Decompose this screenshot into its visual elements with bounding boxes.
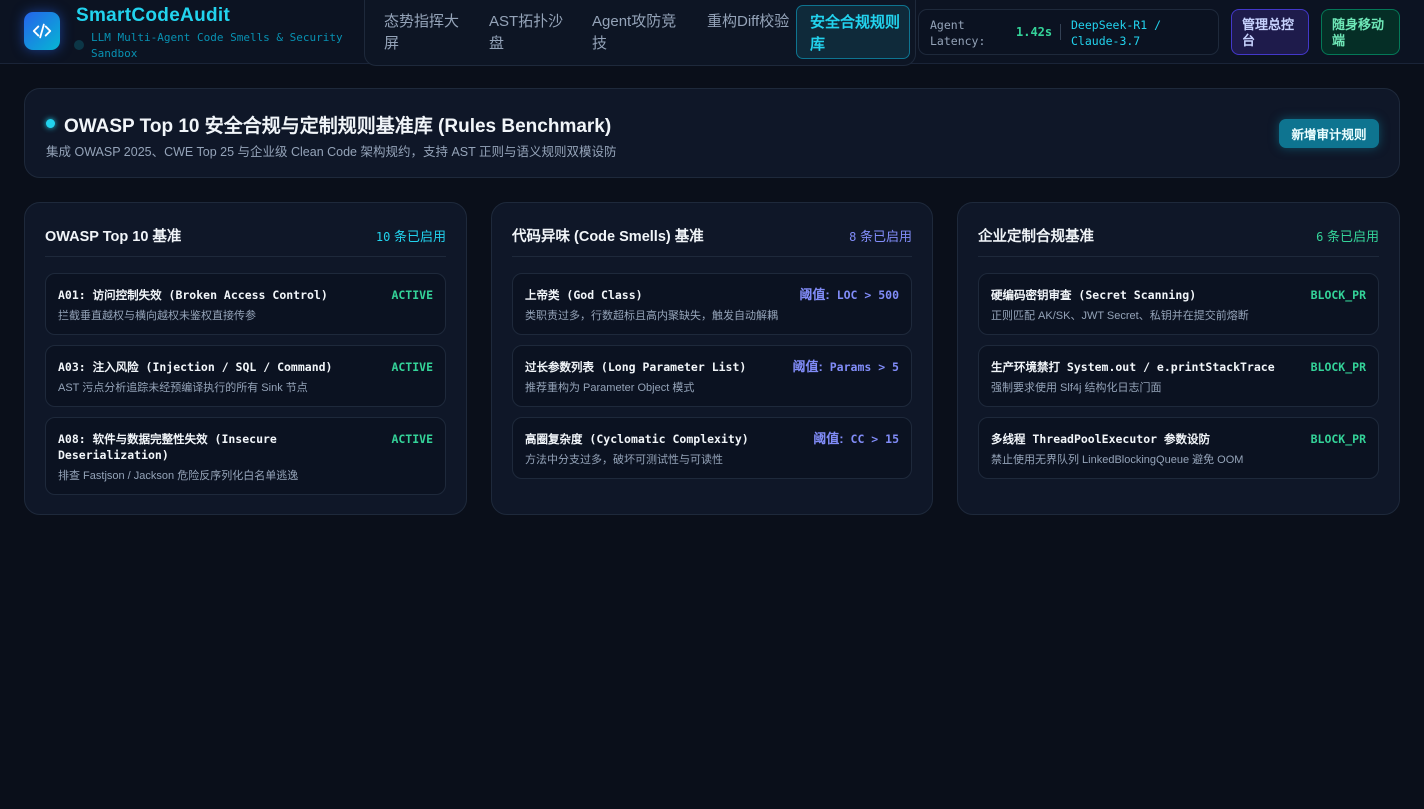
owasp-panel: OWASP Top 10 基准 10 条已启用 A01: 访问控制失效 (Bro… [24, 202, 467, 515]
rule-threshold: 阈值: Params > 5 [792, 359, 899, 375]
rule-status-badge: ACTIVE [391, 360, 433, 374]
rule-name: A03: 注入风险 (Injection / SQL / Command) [58, 360, 333, 374]
app-title: SmartCodeAudit [76, 5, 231, 26]
main-nav: 态势指挥大屏 AST拓扑沙盘 Agent攻防竞技 重构Diff校验 安全合规规则… [364, 0, 916, 66]
rule-card-a03[interactable]: A03: 注入风险 (Injection / SQL / Command) AC… [45, 345, 446, 407]
rule-description: 推荐重构为 Parameter Object 模式 [525, 382, 695, 394]
tab-agent-arena[interactable]: Agent攻防竞技 [586, 5, 688, 59]
panel-title: 代码异味 (Code Smells) 基准 [512, 229, 704, 245]
rule-threshold: 阈值: LOC > 500 [799, 287, 899, 303]
add-audit-rule-button[interactable]: 新增审计规则 [1279, 119, 1379, 148]
model-names: DeepSeek-R1 / Claude-3.7 [1071, 18, 1162, 48]
latency-value: 1.42s [1016, 25, 1053, 39]
divider [45, 256, 446, 257]
rule-status-badge: BLOCK_PR [1310, 288, 1366, 302]
rule-status-badge: ACTIVE [391, 432, 433, 446]
enabled-count-suffix: 条已启用 [390, 229, 446, 244]
tab-ast-topology[interactable]: AST拓扑沙盘 [483, 5, 573, 59]
rule-name: 上帝类 (God Class) [525, 288, 643, 302]
enabled-count: 10 条已启用 [376, 226, 446, 245]
rule-card-secret-scanning[interactable]: 硬编码密钥审查 (Secret Scanning) BLOCK_PR 正则匹配 … [978, 273, 1379, 335]
rule-description: 禁止使用无界队列 LinkedBlockingQueue 避免 OOM [991, 454, 1244, 466]
rule-card-no-sysout[interactable]: 生产环境禁打 System.out / e.printStackTrace BL… [978, 345, 1379, 407]
agent-latency-panel: Agent Latency: 1.42s DeepSeek-R1 / Claud… [918, 9, 1219, 55]
threshold-label: 阈值: [792, 359, 823, 374]
panel-title: 企业定制合规基准 [978, 229, 1094, 245]
tab-dashboard[interactable]: 态势指挥大屏 [378, 5, 468, 59]
mobile-app-button[interactable]: 随身移动端 [1321, 9, 1400, 55]
rule-description: 排查 Fastjson / Jackson 危险反序列化白名单逃逸 [58, 470, 299, 482]
rule-threshold: 阈值: CC > 15 [813, 431, 899, 447]
rule-card-long-params[interactable]: 过长参数列表 (Long Parameter List) 阈值: Params … [512, 345, 912, 407]
rule-description: 类职责过多，行数超标且高内聚缺失，触发自动解耦 [525, 310, 778, 322]
threshold-label: 阈值: [813, 431, 844, 446]
rule-card-cyclomatic[interactable]: 高圈复杂度 (Cyclomatic Complexity) 阈值: CC > 1… [512, 417, 912, 479]
rule-status-badge: ACTIVE [391, 288, 433, 302]
app-subtitle: LLM Multi-Agent Code Smells & Security S… [91, 31, 343, 60]
enterprise-compliance-panel: 企业定制合规基准 6 条已启用 硬编码密钥审查 (Secret Scanning… [957, 202, 1400, 515]
code-smells-panel: 代码异味 (Code Smells) 基准 8 条已启用 上帝类 (God Cl… [491, 202, 933, 515]
latency-label: Agent Latency: [930, 18, 986, 48]
rule-name: 硬编码密钥审查 (Secret Scanning) [991, 288, 1197, 302]
page-subtitle: 集成 OWASP 2025、CWE Top 25 与企业级 Clean Code… [46, 145, 617, 159]
enabled-count-number: 10 [375, 230, 391, 244]
status-dot-icon [74, 40, 84, 50]
divider [1060, 24, 1061, 40]
tab-refactor-diff[interactable]: 重构Diff校验 [701, 5, 797, 59]
rule-name: 过长参数列表 (Long Parameter List) [525, 360, 747, 374]
header-dot-icon [46, 119, 55, 128]
threshold-label: 阈值: [799, 287, 830, 302]
rule-name: A01: 访问控制失效 (Broken Access Control) [58, 288, 328, 302]
rule-description: 正则匹配 AK/SK、JWT Secret、私钥并在提交前熔断 [991, 310, 1249, 322]
page-title: OWASP Top 10 安全合规与定制规则基准库 (Rules Benchma… [64, 116, 612, 137]
rule-description: 强制要求使用 Slf4j 结构化日志门面 [991, 382, 1162, 394]
admin-console-button[interactable]: 管理总控台 [1231, 9, 1309, 55]
rule-description: 方法中分支过多，破坏可测试性与可读性 [525, 454, 723, 466]
rule-name: A08: 软件与数据完整性失效 (Insecure Deserializatio… [58, 432, 277, 462]
threshold-value: LOC > 500 [836, 288, 899, 302]
tab-compliance-rules[interactable]: 安全合规规则库 [796, 5, 910, 59]
enabled-count: 8 条已启用 [849, 226, 912, 245]
rule-description: AST 污点分析追踪未经预编译执行的所有 Sink 节点 [58, 382, 308, 394]
panel-title: OWASP Top 10 基准 [45, 229, 182, 245]
rule-name: 多线程 ThreadPoolExecutor 参数设防 [991, 432, 1210, 446]
enabled-count-suffix: 条已启用 [856, 229, 912, 244]
divider [512, 256, 912, 257]
rule-card-a01[interactable]: A01: 访问控制失效 (Broken Access Control) ACTI… [45, 273, 446, 335]
divider [978, 256, 1379, 257]
rules-header-card: OWASP Top 10 安全合规与定制规则基准库 (Rules Benchma… [24, 88, 1400, 178]
threshold-value: CC > 15 [850, 432, 899, 446]
code-logo-icon [24, 12, 60, 50]
rule-card-a08[interactable]: A08: 软件与数据完整性失效 (Insecure Deserializatio… [45, 417, 446, 495]
top-bar: SmartCodeAudit LLM Multi-Agent Code Smel… [0, 0, 1424, 66]
rule-name: 生产环境禁打 System.out / e.printStackTrace [991, 360, 1275, 374]
rule-card-god-class[interactable]: 上帝类 (God Class) 阈值: LOC > 500 类职责过多，行数超标… [512, 273, 912, 335]
threshold-value: Params > 5 [829, 360, 899, 374]
enabled-count: 6 条已启用 [1316, 226, 1379, 245]
rule-card-threadpool[interactable]: 多线程 ThreadPoolExecutor 参数设防 BLOCK_PR 禁止使… [978, 417, 1379, 479]
rule-description: 拦截垂直越权与横向越权未鉴权直接传参 [58, 310, 256, 322]
enabled-count-suffix: 条已启用 [1323, 229, 1379, 244]
rule-name: 高圈复杂度 (Cyclomatic Complexity) [525, 432, 749, 446]
rule-status-badge: BLOCK_PR [1310, 360, 1366, 374]
rule-status-badge: BLOCK_PR [1310, 432, 1366, 446]
